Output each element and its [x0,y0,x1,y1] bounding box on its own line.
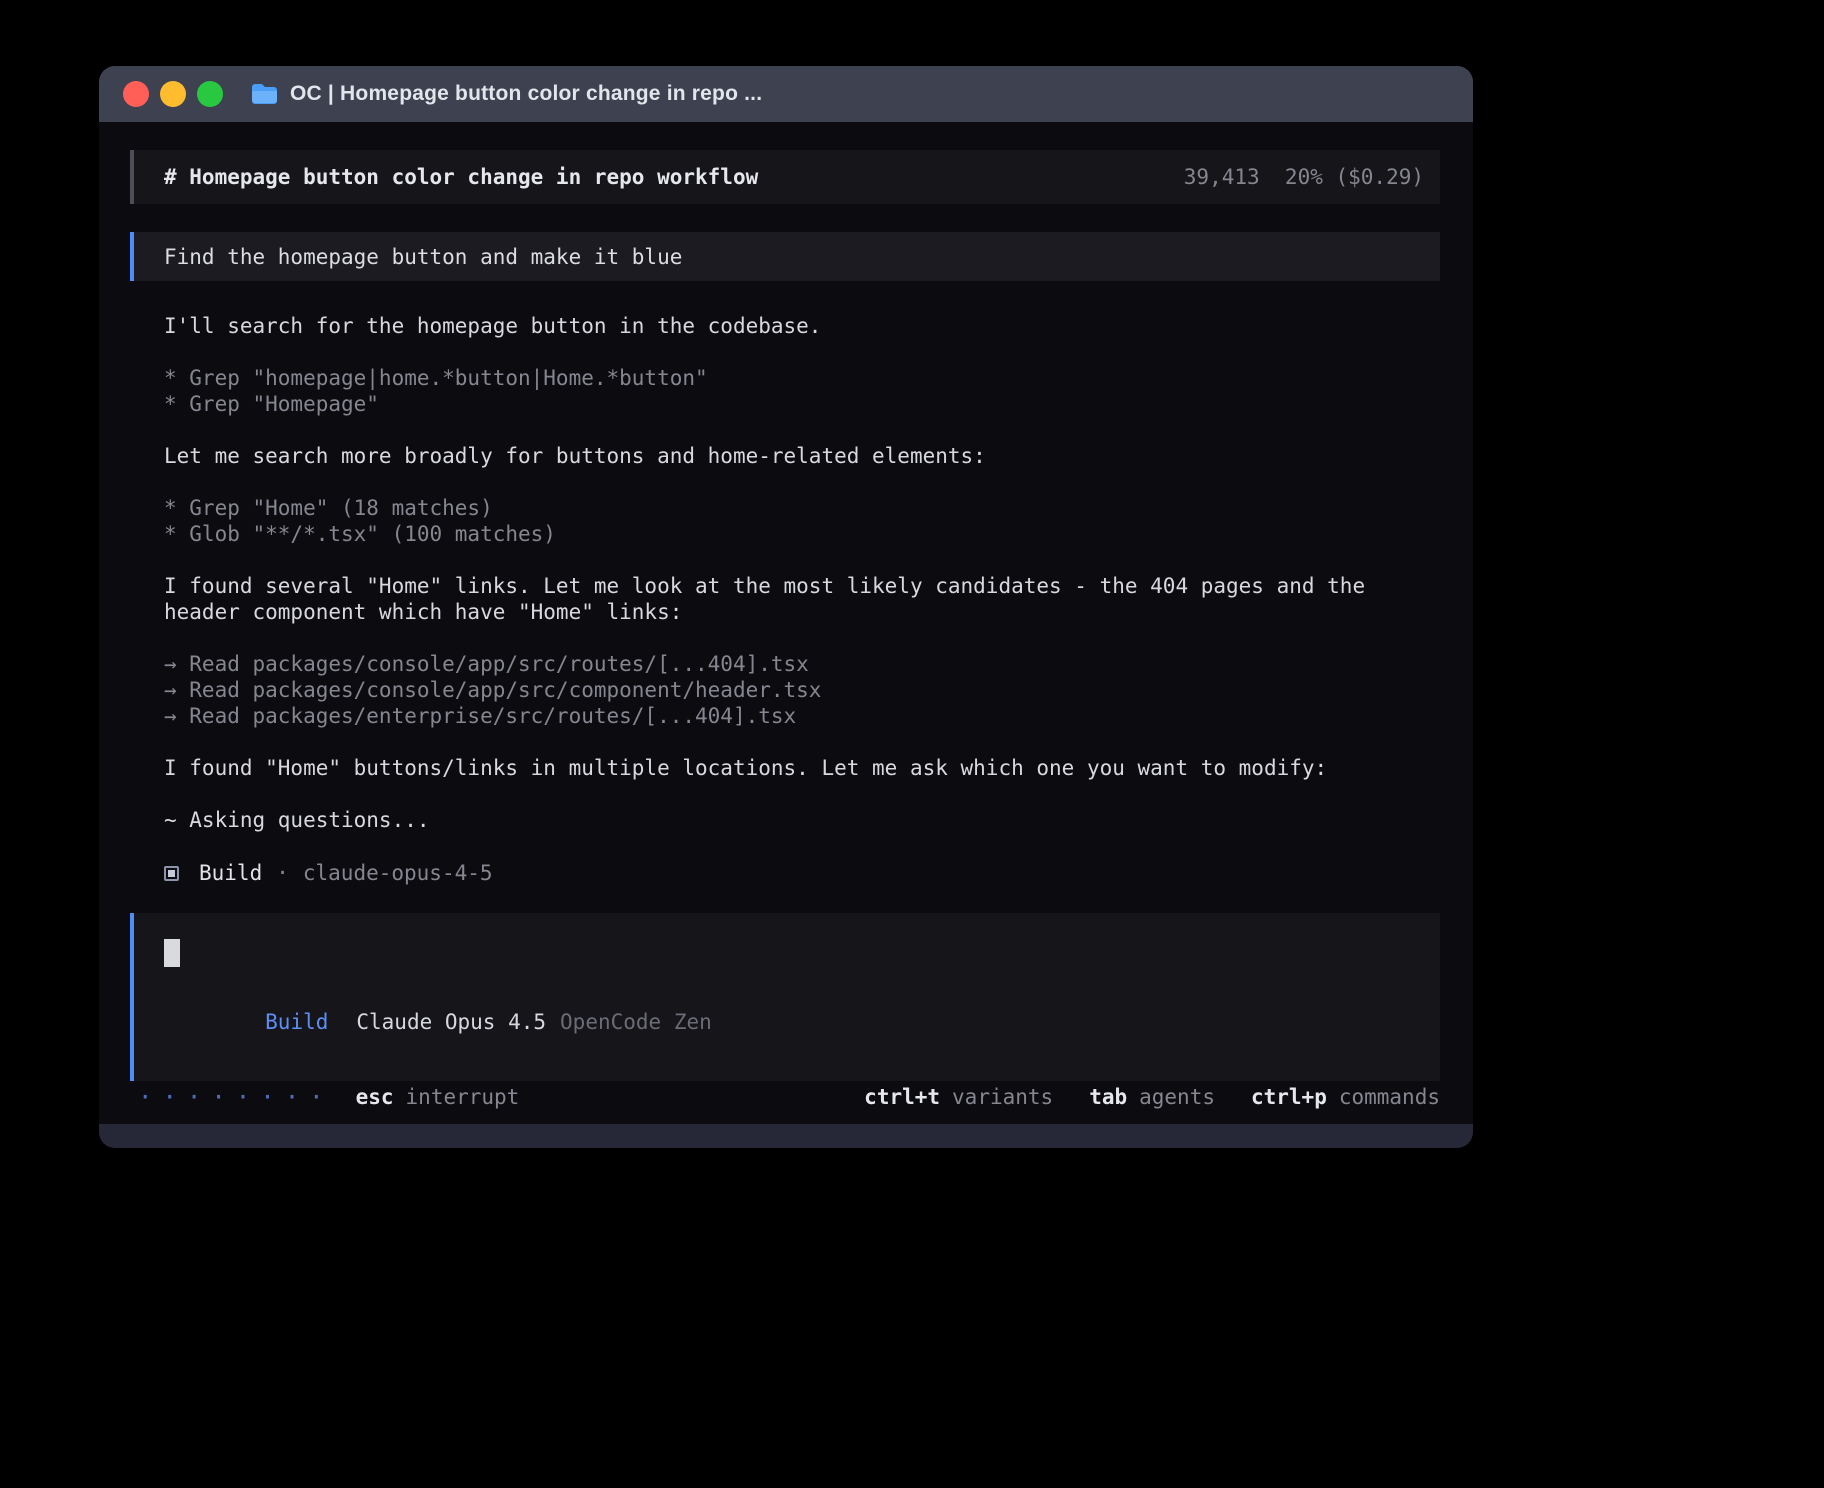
mode-badge: Build [265,1010,328,1034]
agent-square-icon [164,866,179,881]
titlebar[interactable]: OC | Homepage button color change in rep… [99,66,1473,122]
assistant-text: I found "Home" buttons/links in multiple… [164,755,1440,781]
close-button[interactable] [123,81,149,107]
terminal-window: OC | Homepage button color change in rep… [99,66,1473,1148]
tool-call-grep: * Grep "homepage|home.*button|Home.*butt… [164,365,1440,391]
tool-call-grep: * Grep "Homepage" [164,391,1440,417]
assistant-text: I found several "Home" links. Let me loo… [164,573,1440,625]
assistant-text: Let me search more broadly for buttons a… [164,443,1440,469]
minimize-button[interactable] [160,81,186,107]
hotkey-commands: ctrl+pcommands [1251,1085,1440,1109]
terminal-content: # Homepage button color change in repo w… [99,122,1473,1124]
window-title: OC | Homepage button color change in rep… [290,82,762,106]
folder-icon [251,83,278,105]
esc-key-label: interrupt [406,1085,520,1109]
hotkey-variants: ctrl+tvariants [864,1085,1053,1109]
agent-info: Build · claude-opus-4-5 [164,859,1440,887]
session-stats: 39,413 20% ($0.29) [1184,165,1424,189]
text-cursor [164,939,180,967]
tool-call-read: → Read packages/console/app/src/componen… [164,677,1440,703]
traffic-lights [123,81,223,107]
hotkey-agents: tabagents [1089,1085,1215,1109]
input-status-line: Build Claude Opus 4.5 OpenCode Zen [164,983,1410,1061]
agent-separator: · [276,861,289,885]
tool-call-read: → Read packages/enterprise/src/routes/[.… [164,703,1440,729]
spinner-dots-icon: ········ [138,1083,334,1111]
provider-name: OpenCode Zen [560,1010,712,1034]
transcript: I'll search for the homepage button in t… [130,313,1440,887]
zoom-button[interactable] [197,81,223,107]
esc-key-hint: esc [356,1085,394,1109]
prompt-input[interactable]: Build Claude Opus 4.5 OpenCode Zen [130,913,1440,1081]
status-bar-left: ········ esc interrupt [138,1083,519,1111]
model-name: Claude Opus 4.5 [356,1010,546,1034]
session-title: # Homepage button color change in repo w… [164,165,758,189]
tool-call-grep: * Grep "Home" (18 matches) [164,495,1440,521]
status-bar-right: ctrl+tvariants tabagents ctrl+pcommands [864,1085,1440,1109]
tool-call-glob: * Glob "**/*.tsx" (100 matches) [164,521,1440,547]
status-line: ~ Asking questions... [164,807,1440,833]
user-message: Find the homepage button and make it blu… [130,232,1440,281]
tool-call-read: → Read packages/console/app/src/routes/[… [164,651,1440,677]
agent-name: Build [199,861,262,885]
agent-model: claude-opus-4-5 [303,861,493,885]
assistant-text: I'll search for the homepage button in t… [164,313,1440,339]
status-bar: ········ esc interrupt ctrl+tvariants ta… [130,1081,1440,1112]
user-message-text: Find the homepage button and make it blu… [164,245,682,269]
session-header: # Homepage button color change in repo w… [130,150,1440,204]
